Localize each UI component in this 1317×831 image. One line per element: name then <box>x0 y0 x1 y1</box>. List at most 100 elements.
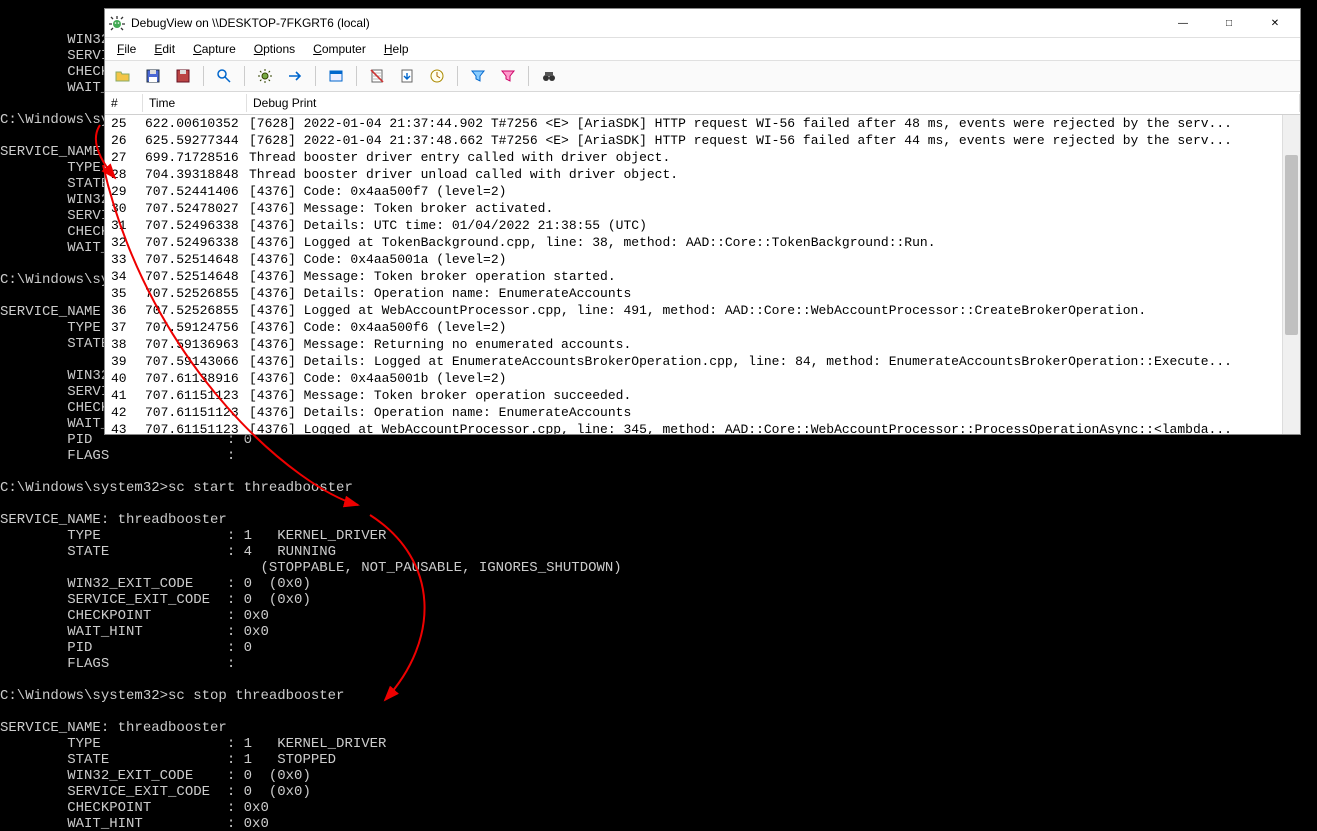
log-row[interactable]: 36707.52526855[4376] Logged at WebAccoun… <box>105 302 1300 319</box>
time-button[interactable] <box>425 64 449 88</box>
log-row-time: 707.59143066 <box>143 353 247 370</box>
log-row-msg: [4376] Logged at TokenBackground.cpp, li… <box>247 234 1300 251</box>
log-row-num: 25 <box>105 115 143 132</box>
log-row-msg: [4376] Code: 0x4aa5001b (level=2) <box>247 370 1300 387</box>
log-row-num: 41 <box>105 387 143 404</box>
log-row[interactable]: 33707.52514648[4376] Code: 0x4aa5001a (l… <box>105 251 1300 268</box>
log-row-msg: [4376] Details: Operation name: Enumerat… <box>247 404 1300 421</box>
log-row-time: 707.52514648 <box>143 251 247 268</box>
log-row-time: 707.61138916 <box>143 370 247 387</box>
log-row[interactable]: 28704.39318848Thread booster driver unlo… <box>105 166 1300 183</box>
menu-computer[interactable]: Computer <box>305 40 374 58</box>
log-row-msg: Thread booster driver entry called with … <box>247 149 1300 166</box>
log-row-time: 707.52441406 <box>143 183 247 200</box>
menu-file[interactable]: File <box>109 40 144 58</box>
autoscroll-button[interactable] <box>395 64 419 88</box>
log-row-time: 707.52478027 <box>143 200 247 217</box>
log-row-num: 28 <box>105 166 143 183</box>
filter-include-button[interactable] <box>466 64 490 88</box>
clear-button[interactable] <box>365 64 389 88</box>
save-as-icon <box>175 68 191 84</box>
menu-capture[interactable]: Capture <box>185 40 244 58</box>
capture-kernel-button[interactable] <box>324 64 348 88</box>
log-row[interactable]: 38707.59136963[4376] Message: Returning … <box>105 336 1300 353</box>
menu-bar: File Edit Capture Options Computer Help <box>105 38 1300 61</box>
window-title: DebugView on \\DESKTOP-7FKGRT6 (local) <box>131 16 1160 30</box>
log-row-num: 34 <box>105 268 143 285</box>
find-button[interactable] <box>537 64 561 88</box>
log-row-num: 35 <box>105 285 143 302</box>
log-row[interactable]: 39707.59143066[4376] Details: Logged at … <box>105 353 1300 370</box>
log-row-num: 39 <box>105 353 143 370</box>
log-row-num: 36 <box>105 302 143 319</box>
vertical-scrollbar[interactable] <box>1282 115 1300 434</box>
log-row-msg: [4376] Logged at WebAccountProcessor.cpp… <box>247 302 1300 319</box>
folder-open-icon <box>115 68 131 84</box>
log-row-time: 707.52526855 <box>143 285 247 302</box>
log-row-msg: [4376] Message: Token broker operation s… <box>247 387 1300 404</box>
arrow-right-icon <box>287 68 303 84</box>
column-header-row: # Time Debug Print <box>105 92 1300 115</box>
column-header-num[interactable]: # <box>105 94 143 112</box>
log-row-msg: [4376] Message: Token broker operation s… <box>247 268 1300 285</box>
log-row-time: 622.00610352 <box>143 115 247 132</box>
log-row[interactable]: 32707.52496338[4376] Logged at TokenBack… <box>105 234 1300 251</box>
log-row[interactable]: 40707.61138916[4376] Code: 0x4aa5001b (l… <box>105 370 1300 387</box>
save-button[interactable] <box>141 64 165 88</box>
title-bar[interactable]: DebugView on \\DESKTOP-7FKGRT6 (local) —… <box>105 9 1300 38</box>
log-row-time: 707.52514648 <box>143 268 247 285</box>
capture-events-button[interactable] <box>253 64 277 88</box>
log-row[interactable]: 31707.52496338[4376] Details: UTC time: … <box>105 217 1300 234</box>
log-row-time: 707.61151123 <box>143 404 247 421</box>
log-row[interactable]: 42707.61151123[4376] Details: Operation … <box>105 404 1300 421</box>
toolbar <box>105 61 1300 92</box>
close-button[interactable]: ✕ <box>1252 9 1298 37</box>
log-row-time: 707.52496338 <box>143 217 247 234</box>
log-row-time: 707.61151123 <box>143 387 247 404</box>
log-row-num: 43 <box>105 421 143 434</box>
scroll-icon <box>399 68 415 84</box>
log-row-num: 37 <box>105 319 143 336</box>
log-row-msg: [4376] Code: 0x4aa500f6 (level=2) <box>247 319 1300 336</box>
menu-edit[interactable]: Edit <box>146 40 183 58</box>
log-row-time: 707.52526855 <box>143 302 247 319</box>
column-header-time[interactable]: Time <box>143 94 247 112</box>
log-row-num: 29 <box>105 183 143 200</box>
pass-through-button[interactable] <box>283 64 307 88</box>
log-row-num: 33 <box>105 251 143 268</box>
log-row[interactable]: 43707.61151123[4376] Logged at WebAccoun… <box>105 421 1300 434</box>
clock-icon <box>429 68 445 84</box>
log-row-time: 699.71728516 <box>143 149 247 166</box>
log-row-time: 707.61151123 <box>143 421 247 434</box>
highlight-button[interactable] <box>212 64 236 88</box>
log-row-msg: [4376] Details: Operation name: Enumerat… <box>247 285 1300 302</box>
log-row-msg: [4376] Details: UTC time: 01/04/2022 21:… <box>247 217 1300 234</box>
binoculars-icon <box>541 68 557 84</box>
scrollbar-thumb[interactable] <box>1285 155 1298 335</box>
log-row-time: 707.59124756 <box>143 319 247 336</box>
app-bug-icon <box>109 15 125 31</box>
log-row-msg: [4376] Code: 0x4aa5001a (level=2) <box>247 251 1300 268</box>
funnel-blue-icon <box>470 68 486 84</box>
log-row[interactable]: 41707.61151123[4376] Message: Token brok… <box>105 387 1300 404</box>
log-row[interactable]: 27699.71728516Thread booster driver entr… <box>105 149 1300 166</box>
menu-options[interactable]: Options <box>246 40 303 58</box>
column-header-debug[interactable]: Debug Print <box>247 94 1300 112</box>
filter-exclude-button[interactable] <box>496 64 520 88</box>
log-area[interactable]: 25622.00610352[7628] 2022-01-04 21:37:44… <box>105 115 1300 434</box>
log-row[interactable]: 29707.52441406[4376] Code: 0x4aa500f7 (l… <box>105 183 1300 200</box>
maximize-button[interactable]: □ <box>1206 9 1252 37</box>
log-row[interactable]: 30707.52478027[4376] Message: Token brok… <box>105 200 1300 217</box>
log-row[interactable]: 25622.00610352[7628] 2022-01-04 21:37:44… <box>105 115 1300 132</box>
log-row-msg: [7628] 2022-01-04 21:37:48.662 T#7256 <E… <box>247 132 1300 149</box>
log-row[interactable]: 37707.59124756[4376] Code: 0x4aa500f6 (l… <box>105 319 1300 336</box>
open-button[interactable] <box>111 64 135 88</box>
log-row[interactable]: 35707.52526855[4376] Details: Operation … <box>105 285 1300 302</box>
log-row[interactable]: 34707.52514648[4376] Message: Token brok… <box>105 268 1300 285</box>
log-row-num: 26 <box>105 132 143 149</box>
log-row[interactable]: 26625.59277344[7628] 2022-01-04 21:37:48… <box>105 132 1300 149</box>
minimize-button[interactable]: — <box>1160 9 1206 37</box>
menu-help[interactable]: Help <box>376 40 417 58</box>
save-as-button[interactable] <box>171 64 195 88</box>
log-row-num: 40 <box>105 370 143 387</box>
